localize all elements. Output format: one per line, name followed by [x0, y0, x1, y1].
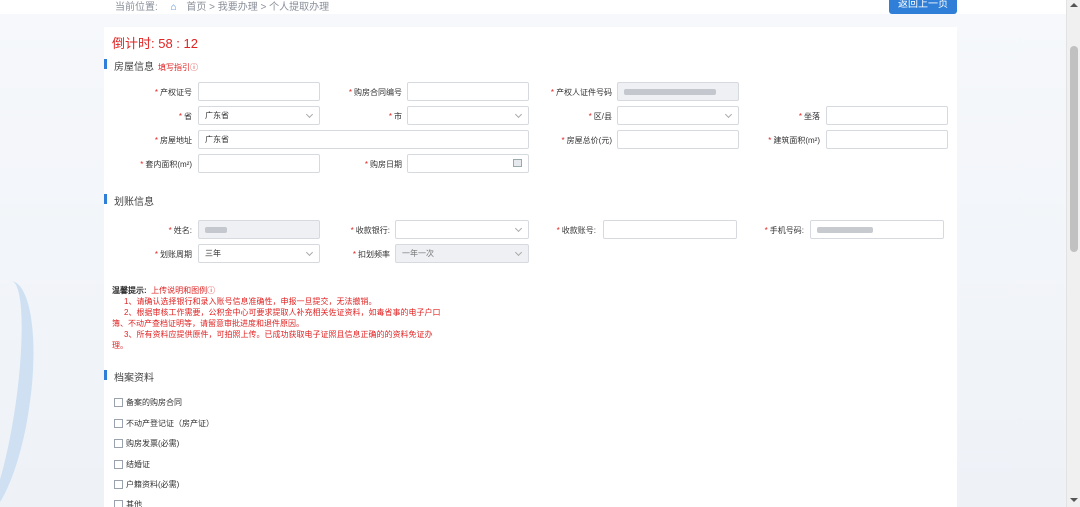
main-panel: 倒计时: 58 : 12 房屋信息 填写指引ⓘ * 产权证号 * 购房合同编号 * 产权… [104, 27, 957, 507]
top-bar: 当前位置: ⌂ 首页 > 我要办理 > 个人提取办理 返回上一页 [0, 0, 1066, 14]
doc-item-property-cert[interactable]: 不动产登记证（房产证） [114, 418, 214, 429]
home-icon[interactable]: ⌂ [171, 2, 180, 13]
tips-line-3: 3、所有资料应提供原件，可拍照上传。已成功获取电子证照且信息正确的的资料免证办理… [112, 330, 433, 350]
phone-label: * 手机号码: [764, 226, 804, 235]
doc-item-other[interactable]: 其他 [114, 499, 142, 507]
bank-label: * 收款银行: [350, 226, 390, 235]
build-area-input[interactable] [826, 130, 948, 149]
tips-line-1: 1、请确认选择银行和录入账号信息准确性，申报一旦提交，无法撤销。 [124, 297, 377, 306]
chevron-down-icon [514, 248, 523, 257]
account-label: * 收款账号: [556, 226, 596, 235]
section-title-archive: 档案资料 [104, 369, 154, 384]
owner-id-input [617, 82, 739, 101]
buy-date-label: * 购房日期 [364, 160, 402, 169]
doc-item-marriage[interactable]: 结婚证 [114, 459, 150, 470]
phone-input[interactable] [810, 220, 944, 239]
province-select[interactable]: 广东省 [198, 106, 320, 125]
address-label: * 房屋地址 [154, 136, 192, 145]
cert-no-input[interactable] [198, 82, 320, 101]
chevron-down-icon [724, 110, 733, 119]
breadcrumb: 当前位置: ⌂ 首页 > 我要办理 > 个人提取办理 [115, 0, 329, 13]
freq-select: 一年一次 [395, 244, 529, 263]
inner-area-input[interactable] [198, 154, 320, 173]
doc-item-household[interactable]: 户籍资料(必需) [114, 479, 179, 490]
seat-label: * 坐落 [798, 112, 820, 121]
doc-item-invoice[interactable]: 购房发票(必需) [114, 438, 179, 449]
owner-id-label: * 产权人证件号码 [550, 88, 612, 97]
total-price-label: * 房屋总价(元) [561, 136, 612, 145]
city-select[interactable] [407, 106, 529, 125]
contract-no-label: * 购房合同编号 [348, 88, 402, 97]
checkbox[interactable] [114, 398, 123, 408]
checkbox[interactable] [114, 460, 123, 470]
inner-area-label: * 套内面积(m²) [140, 160, 192, 169]
scrollbar-thumb[interactable] [1070, 46, 1078, 252]
calendar-icon[interactable] [513, 159, 522, 167]
breadcrumb-path[interactable]: 首页 > 我要办理 > 个人提取办理 [186, 2, 329, 13]
chevron-down-icon [514, 110, 523, 119]
account-input[interactable] [603, 220, 737, 239]
vertical-scrollbar[interactable] [1066, 0, 1080, 507]
total-price-input[interactable] [617, 130, 739, 149]
cert-no-label: * 产权证号 [154, 88, 192, 97]
tips-block: 温馨提示: 上传说明和图例ⓘ 1、请确认选择银行和录入账号信息准确性，申报一旦提… [112, 285, 447, 351]
bank-select[interactable] [395, 220, 529, 239]
address-input[interactable]: 广东省 [198, 130, 529, 149]
checkbox[interactable] [114, 419, 123, 429]
city-label: * 市 [388, 112, 402, 121]
name-label: * 姓名: [168, 226, 192, 235]
tips-line-2: 2、根据审核工作需要，公积金中心可要求提取人补充相关佐证资料，如毒省事的电子户口… [112, 308, 441, 328]
scroll-up-icon[interactable] [1070, 3, 1078, 7]
section-title-transfer: 划账信息 [104, 193, 154, 208]
section-title-house: 房屋信息 填写指引ⓘ [104, 58, 198, 73]
checkbox[interactable] [114, 480, 123, 490]
freq-label: * 扣划频率 [352, 250, 390, 259]
district-select[interactable] [617, 106, 739, 125]
build-area-label: * 建筑面积(m²) [768, 136, 820, 145]
period-select[interactable]: 三年 [198, 244, 320, 263]
back-button[interactable]: 返回上一页 [889, 0, 957, 14]
chevron-down-icon [305, 248, 314, 257]
chevron-down-icon [305, 110, 314, 119]
checkbox[interactable] [114, 500, 123, 507]
section-title-house-text: 房屋信息 [114, 62, 154, 73]
countdown-timer: 倒计时: 58 : 12 [112, 36, 198, 51]
breadcrumb-prefix: 当前位置: [115, 2, 158, 13]
scroll-down-icon[interactable] [1070, 498, 1078, 502]
province-label: * 省 [178, 112, 192, 121]
seat-input[interactable] [826, 106, 948, 125]
period-label: * 划账周期 [154, 250, 192, 259]
contract-no-input[interactable] [407, 82, 529, 101]
chevron-down-icon [514, 224, 523, 233]
district-label: * 区/县 [588, 112, 612, 121]
doc-item-contract[interactable]: 备案的购房合同 [114, 397, 182, 408]
tips-title: 温馨提示: [112, 286, 147, 295]
fill-guide-link[interactable]: 填写指引ⓘ [158, 63, 198, 72]
upload-guide-link[interactable]: 上传说明和图例ⓘ [151, 286, 215, 295]
name-input [198, 220, 320, 239]
buy-date-input[interactable] [407, 154, 529, 173]
checkbox[interactable] [114, 439, 123, 449]
